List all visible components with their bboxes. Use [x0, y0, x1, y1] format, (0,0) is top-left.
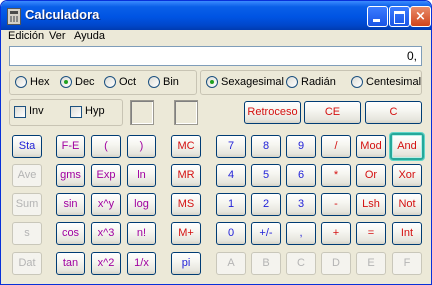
hex-e-button[interactable]: E [356, 252, 386, 275]
number-base-group: Hex Dec Oct Bin [9, 70, 197, 95]
inv-hyp-group [9, 99, 123, 126]
radio-radian[interactable] [286, 76, 298, 88]
close-paren-button[interactable]: ) [127, 135, 156, 158]
calculator-icon[interactable] [7, 8, 21, 25]
digit-1-button[interactable]: 1 [216, 193, 246, 216]
or-button[interactable]: Or [356, 164, 386, 187]
hex-b-button[interactable]: B [251, 252, 281, 275]
radio-hex[interactable] [15, 76, 27, 88]
memory-recall-button[interactable]: MR [171, 164, 201, 187]
hyp-label: Hyp [85, 105, 105, 117]
and-button[interactable]: And [390, 133, 424, 160]
radio-bin-label: Bin [163, 76, 179, 88]
maximize-button[interactable] [389, 6, 410, 27]
s-button[interactable]: s [12, 222, 42, 245]
factorial-button[interactable]: n! [127, 222, 156, 245]
clear-button[interactable]: C [365, 101, 422, 124]
radio-radian-label: Radián [301, 76, 336, 88]
dat-button[interactable]: Dat [12, 252, 42, 275]
memory-add-button[interactable]: M+ [171, 222, 201, 245]
add-button[interactable]: + [321, 222, 351, 245]
angle-unit-group: Sexagesimal Radián Centesimal [200, 70, 422, 95]
memory-indicator [174, 100, 198, 125]
x-squared-button[interactable]: x^2 [91, 252, 121, 275]
radio-dec-label: Dec [75, 76, 95, 88]
radio-oct-label: Oct [119, 76, 137, 88]
clear-entry-button[interactable]: CE [304, 101, 361, 124]
memory-clear-button[interactable]: MC [171, 135, 201, 158]
subtract-button[interactable]: - [321, 193, 351, 216]
x-pow-y-button[interactable]: x^y [91, 193, 121, 216]
digit-2-button[interactable]: 2 [251, 193, 281, 216]
lsh-button[interactable]: Lsh [356, 193, 386, 216]
title-bar[interactable]: Calculadora × [1, 1, 431, 30]
parenthesis-indicator [130, 100, 154, 125]
digit-6-button[interactable]: 6 [286, 164, 316, 187]
equals-button[interactable]: = [356, 222, 386, 245]
radio-sexagesimal-label: Sexagesimal [221, 76, 284, 88]
digit-8-button[interactable]: 8 [251, 135, 281, 158]
radio-sexagesimal[interactable] [206, 76, 218, 88]
digit-4-button[interactable]: 4 [216, 164, 246, 187]
hex-f-button[interactable]: F [392, 252, 422, 275]
pi-button[interactable]: pi [171, 252, 201, 275]
close-icon: × [415, 9, 426, 24]
mod-button[interactable]: Mod [356, 135, 386, 158]
menu-bar: Edición Ver Ayuda [1, 30, 431, 44]
calculator-window: Calculadora × Edición Ver Ayuda 0, Hex D… [0, 0, 432, 285]
sin-button[interactable]: sin [56, 193, 85, 216]
multiply-button[interactable]: * [321, 164, 351, 187]
hyp-checkbox[interactable] [70, 106, 82, 118]
digit-3-button[interactable]: 3 [286, 193, 316, 216]
xor-button[interactable]: Xor [392, 164, 422, 187]
sign-toggle-button[interactable]: +/- [251, 222, 281, 245]
digit-7-button[interactable]: 7 [216, 135, 246, 158]
cos-button[interactable]: cos [56, 222, 85, 245]
inv-checkbox[interactable] [14, 106, 26, 118]
fe-button[interactable]: F-E [56, 135, 85, 158]
digit-5-button[interactable]: 5 [251, 164, 281, 187]
exp-button[interactable]: Exp [91, 164, 121, 187]
divide-button[interactable]: / [321, 135, 351, 158]
radio-hex-label: Hex [30, 76, 50, 88]
radio-bin[interactable] [148, 76, 160, 88]
log-button[interactable]: log [127, 193, 156, 216]
decimal-button[interactable]: , [286, 222, 316, 245]
not-button[interactable]: Not [392, 193, 422, 216]
tan-button[interactable]: tan [56, 252, 85, 275]
sta-button[interactable]: Sta [12, 135, 42, 158]
minimize-button[interactable] [367, 6, 388, 27]
digit-0-button[interactable]: 0 [216, 222, 246, 245]
ln-button[interactable]: ln [127, 164, 156, 187]
hex-d-button[interactable]: D [321, 252, 351, 275]
ave-button[interactable]: Ave [12, 164, 42, 187]
memory-store-button[interactable]: MS [171, 193, 201, 216]
reciprocal-button[interactable]: 1/x [127, 252, 156, 275]
radio-dec[interactable] [60, 76, 72, 88]
backspace-button[interactable]: Retroceso [244, 101, 301, 124]
radio-centesimal[interactable] [351, 76, 363, 88]
result-display[interactable]: 0, [9, 46, 422, 66]
inv-label: Inv [29, 105, 44, 117]
window-title: Calculadora [25, 7, 100, 22]
menu-help[interactable]: Ayuda [74, 30, 105, 42]
open-paren-button[interactable]: ( [91, 135, 121, 158]
hex-a-button[interactable]: A [216, 252, 246, 275]
menu-edit[interactable]: Edición [8, 30, 44, 42]
radio-centesimal-label: Centesimal [366, 76, 422, 88]
int-button[interactable]: Int [392, 222, 422, 245]
radio-oct[interactable] [104, 76, 116, 88]
gms-button[interactable]: gms [56, 164, 85, 187]
hex-c-button[interactable]: C [286, 252, 316, 275]
x-cubed-button[interactable]: x^3 [91, 222, 121, 245]
menu-view[interactable]: Ver [49, 30, 66, 42]
digit-9-button[interactable]: 9 [286, 135, 316, 158]
close-button[interactable]: × [410, 6, 431, 27]
sum-button[interactable]: Sum [12, 193, 42, 216]
